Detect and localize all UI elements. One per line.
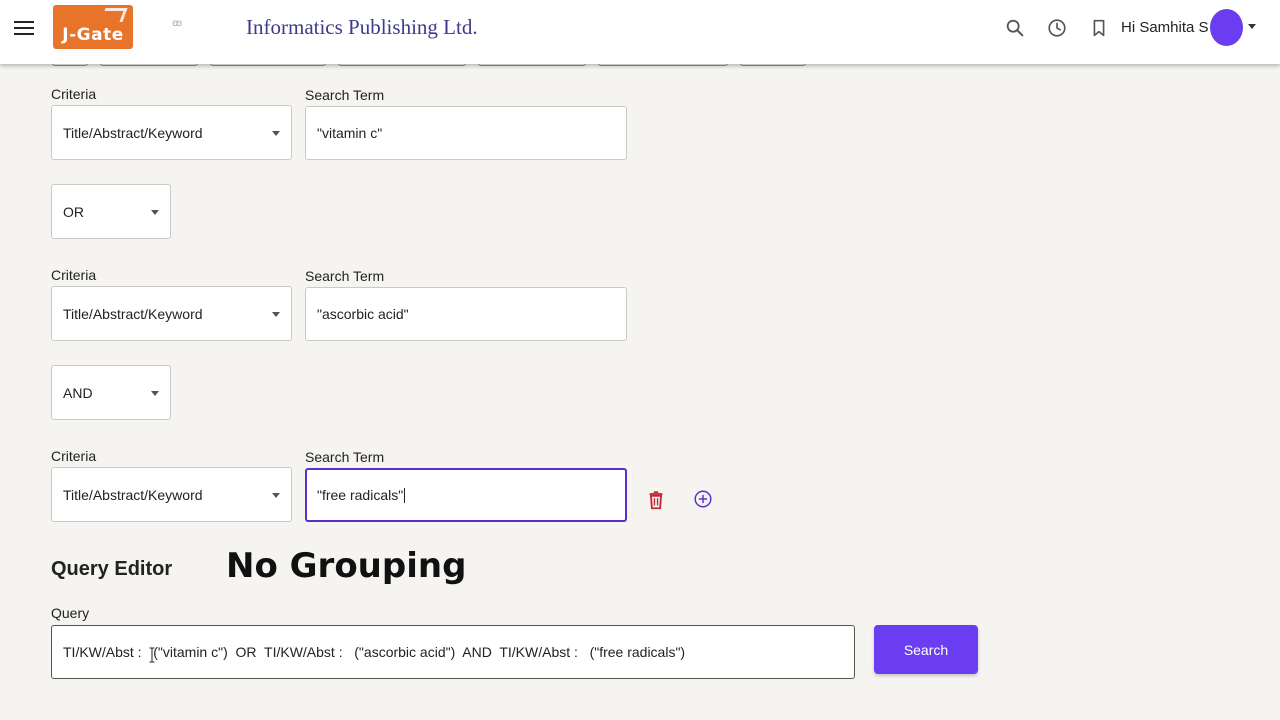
delete-icon[interactable] xyxy=(645,489,667,511)
search-term-label: Search Term xyxy=(305,268,385,284)
chevron-down-icon[interactable] xyxy=(1248,24,1256,29)
menu-icon[interactable] xyxy=(14,18,34,38)
operator-value: AND xyxy=(63,384,93,401)
history-icon[interactable] xyxy=(1046,17,1068,39)
small-glyph: ꙭ xyxy=(172,18,183,29)
criteria-select-value: Title/Abstract/Keyword xyxy=(63,124,203,141)
query-label: Query xyxy=(51,605,90,621)
query-editor-title: Query Editor xyxy=(51,558,173,580)
chevron-down-icon xyxy=(272,130,280,136)
search-term-value: "free radicals" xyxy=(317,487,404,503)
j-gate-logo[interactable]: J-Gate xyxy=(53,5,133,49)
operator-select[interactable]: OR xyxy=(51,184,171,239)
search-term-value: "ascorbic acid" xyxy=(317,306,409,322)
search-term-label: Search Term xyxy=(305,449,385,465)
no-grouping-note: No Grouping xyxy=(226,546,467,586)
search-term-input[interactable]: "ascorbic acid" xyxy=(305,287,627,341)
query-text: TI/KW/Abst : ("vitamin c") OR TI/KW/Abst… xyxy=(63,644,686,660)
chevron-down-icon xyxy=(272,492,280,498)
user-greeting: Hi Samhita S xyxy=(1121,19,1209,36)
search-icon[interactable] xyxy=(1004,17,1026,39)
operator-value: OR xyxy=(63,203,84,220)
criteria-select[interactable]: Title/Abstract/Keyword xyxy=(51,467,292,522)
criteria-select[interactable]: Title/Abstract/Keyword xyxy=(51,286,292,341)
criteria-label: Criteria xyxy=(51,448,97,464)
top-header: J-Gate ꙭ Informatics Publishing Ltd. Hi … xyxy=(0,0,1280,64)
search-term-value: "vitamin c" xyxy=(317,125,383,141)
query-textbox[interactable]: TI/KW/Abst : ("vitamin c") OR TI/KW/Abst… xyxy=(51,625,855,679)
text-cursor xyxy=(404,488,406,503)
chevron-down-icon xyxy=(272,311,280,317)
avatar[interactable] xyxy=(1210,9,1243,46)
publisher-name: Informatics Publishing Ltd. xyxy=(246,15,478,39)
logo-text: J-Gate xyxy=(62,25,124,45)
operator-select[interactable]: AND xyxy=(51,365,171,420)
ibeam-cursor-icon xyxy=(149,647,155,663)
search-term-input[interactable]: "vitamin c" xyxy=(305,106,627,160)
logo-book-mark xyxy=(100,8,128,22)
bookmark-icon[interactable] xyxy=(1088,17,1110,39)
criteria-select-value: Title/Abstract/Keyword xyxy=(63,305,203,322)
add-circle-icon[interactable] xyxy=(692,488,714,510)
chevron-down-icon xyxy=(151,390,159,396)
chevron-down-icon xyxy=(151,209,159,215)
search-term-value-wrap: "free radicals" xyxy=(317,487,406,503)
criteria-label: Criteria xyxy=(51,86,97,102)
search-term-label: Search Term xyxy=(305,87,385,103)
search-term-input[interactable]: "free radicals" xyxy=(305,468,627,522)
criteria-select[interactable]: Title/Abstract/Keyword xyxy=(51,105,292,160)
criteria-select-value: Title/Abstract/Keyword xyxy=(63,486,203,503)
criteria-label: Criteria xyxy=(51,267,97,283)
search-button[interactable]: Search xyxy=(874,625,978,674)
